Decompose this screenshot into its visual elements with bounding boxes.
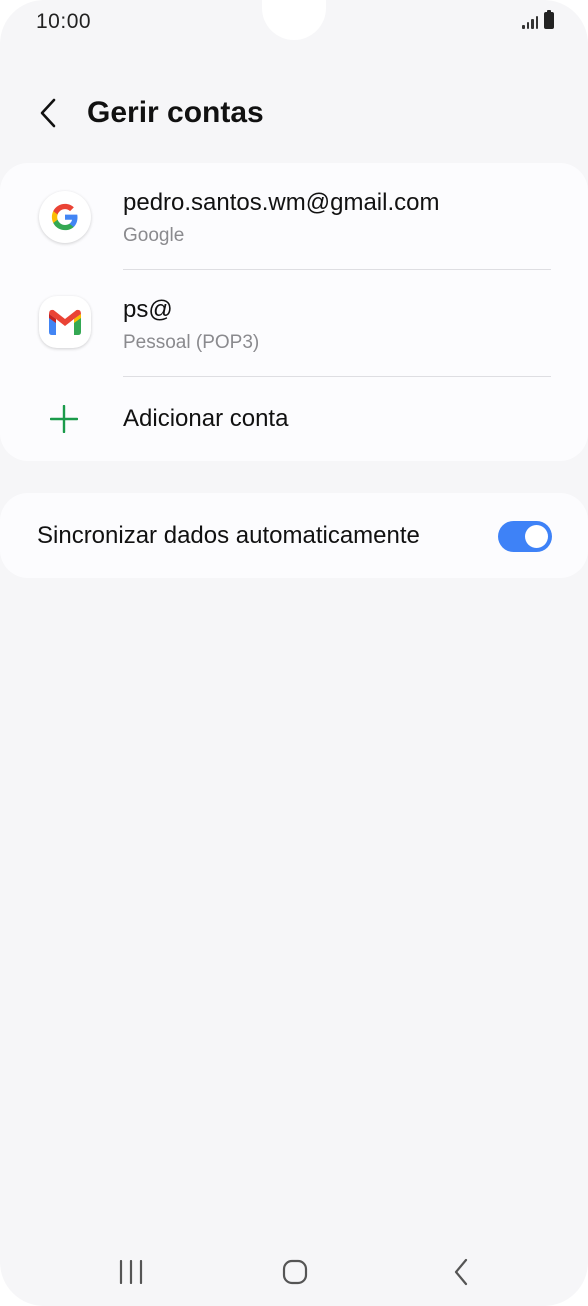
add-account-button[interactable]: Adicionar conta — [0, 377, 588, 461]
toggle-knob — [525, 525, 548, 548]
status-icons — [522, 10, 554, 29]
status-time: 10:00 — [36, 10, 92, 33]
screen: 10:00 Gerir contas pedro.santos.wm@gmail… — [0, 0, 588, 1306]
battery-icon — [544, 10, 554, 29]
page-title: Gerir contas — [87, 96, 264, 129]
status-bar: 10:00 — [0, 0, 588, 44]
google-icon — [39, 191, 91, 243]
account-row-google[interactable]: pedro.santos.wm@gmail.com Google — [0, 163, 588, 269]
back-icon — [454, 1258, 468, 1286]
sync-row[interactable]: Sincronizar dados automaticamente — [0, 493, 588, 578]
back-button[interactable] — [28, 92, 68, 134]
gmail-icon — [39, 296, 91, 348]
header: Gerir contas — [0, 80, 588, 150]
home-button[interactable] — [270, 1252, 320, 1292]
account-row-pop3[interactable]: ps@ Pessoal (POP3) — [0, 270, 588, 376]
nav-back-button[interactable] — [436, 1252, 486, 1292]
home-icon — [282, 1259, 308, 1285]
recents-icon — [119, 1260, 143, 1284]
sync-label: Sincronizar dados automaticamente — [37, 522, 420, 549]
recents-button[interactable] — [106, 1252, 156, 1292]
accounts-card: pedro.santos.wm@gmail.com Google ps@ Pes… — [0, 163, 588, 461]
account-title: ps@ — [123, 296, 173, 323]
camera-notch — [262, 0, 326, 40]
account-type: Google — [123, 225, 185, 246]
account-title: pedro.santos.wm@gmail.com — [123, 189, 440, 216]
chevron-left-icon — [40, 98, 56, 128]
sync-toggle[interactable] — [498, 521, 552, 552]
add-account-label: Adicionar conta — [123, 405, 289, 432]
account-type: Pessoal (POP3) — [123, 332, 260, 353]
signal-icon — [522, 13, 538, 29]
plus-icon — [50, 405, 78, 433]
navigation-bar — [0, 1240, 588, 1300]
